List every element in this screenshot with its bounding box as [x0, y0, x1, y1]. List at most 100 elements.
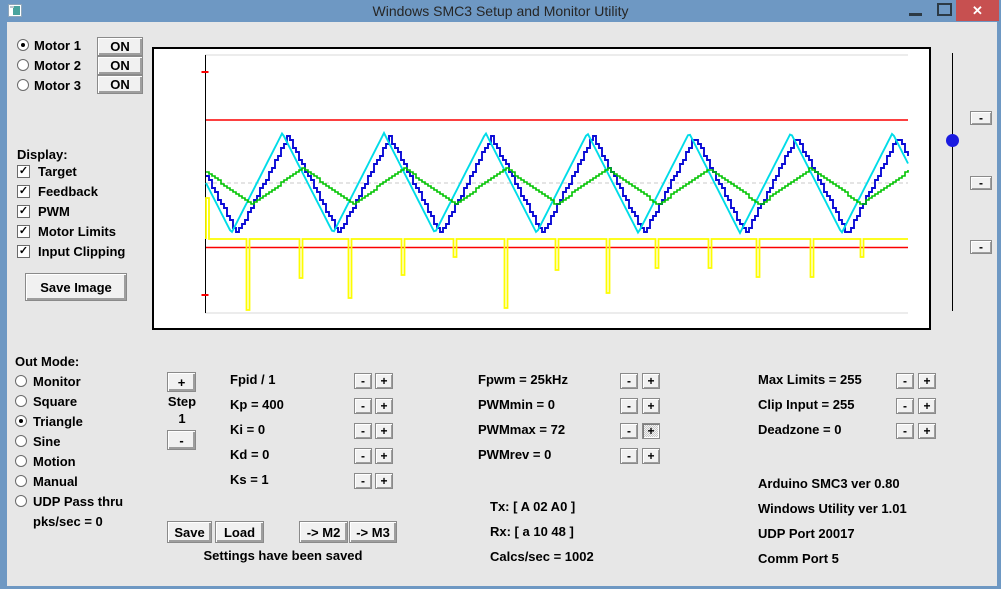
- deadzone-minus-button[interactable]: -: [896, 423, 914, 439]
- waveform-chart: [201, 54, 909, 314]
- calcs-per-sec-value: Calcs/sec = 1002: [490, 549, 594, 564]
- pwmrev-label: PWMrev = 0: [478, 447, 552, 462]
- kd-label: Kd = 0: [230, 447, 270, 462]
- radio-motor-1[interactable]: [17, 39, 29, 51]
- checkbox-target-label: Target: [38, 164, 77, 179]
- pwmmin-plus-button[interactable]: +: [642, 398, 660, 414]
- checkbox-feedback-label: Feedback: [38, 184, 98, 199]
- max-limits-label: Max Limits = 255: [758, 372, 862, 387]
- step-plus-button[interactable]: +: [167, 372, 196, 392]
- scale-minus-button-1[interactable]: -: [970, 111, 992, 125]
- pwmmin-label: PWMmin = 0: [478, 397, 555, 412]
- vertical-slider-track[interactable]: [952, 53, 953, 311]
- radio-triangle[interactable]: [15, 415, 27, 427]
- app-icon-bar: [10, 6, 14, 8]
- radio-monitor[interactable]: [15, 375, 27, 387]
- chart-frame: [152, 47, 931, 330]
- display-heading: Display:: [17, 147, 68, 162]
- ks-label: Ks = 1: [230, 472, 269, 487]
- radio-motion-label: Motion: [33, 454, 76, 469]
- step-value: 1: [178, 411, 186, 426]
- app-icon: [8, 4, 22, 17]
- deadzone-plus-button[interactable]: +: [918, 423, 936, 439]
- kd-minus-button[interactable]: -: [354, 448, 372, 464]
- ki-minus-button[interactable]: -: [354, 423, 372, 439]
- comm-port-text: Comm Port 5: [758, 551, 839, 566]
- radio-udp-pass-thru[interactable]: [15, 495, 27, 507]
- step-minus-button[interactable]: -: [167, 430, 196, 450]
- checkbox-motor-limits-label: Motor Limits: [38, 224, 116, 239]
- motor-1-on-button[interactable]: ON: [97, 37, 143, 56]
- kp-plus-button[interactable]: +: [375, 398, 393, 414]
- kp-label: Kp = 400: [230, 397, 284, 412]
- fpwm-minus-button[interactable]: -: [620, 373, 638, 389]
- ks-plus-button[interactable]: +: [375, 473, 393, 489]
- step-heading: Step: [167, 394, 197, 409]
- app-window: Windows SMC3 Setup and Monitor Utility ✕…: [0, 0, 1001, 589]
- radio-manual-label: Manual: [33, 474, 78, 489]
- fpid-plus-button[interactable]: +: [375, 373, 393, 389]
- radio-sine[interactable]: [15, 435, 27, 447]
- motor-2-label: Motor 2: [34, 58, 81, 73]
- settings-status-text: Settings have been saved: [203, 548, 363, 563]
- save-button[interactable]: Save: [167, 521, 212, 543]
- checkbox-target[interactable]: ✓: [17, 165, 30, 178]
- radio-motor-2[interactable]: [17, 59, 29, 71]
- pwmrev-plus-button[interactable]: +: [642, 448, 660, 464]
- checkbox-input-clipping-label: Input Clipping: [38, 244, 126, 259]
- motor-3-on-button[interactable]: ON: [97, 75, 143, 94]
- maximize-button[interactable]: [933, 0, 955, 21]
- pwmrev-minus-button[interactable]: -: [620, 448, 638, 464]
- ki-label: Ki = 0: [230, 422, 266, 437]
- checkbox-pwm-label: PWM: [38, 204, 70, 219]
- pwmmax-label: PWMmax = 72: [478, 422, 566, 437]
- rx-value: Rx: [ a 10 48 ]: [490, 524, 574, 539]
- radio-motion[interactable]: [15, 455, 27, 467]
- tx-value: Tx: [ A 02 A0 ]: [490, 499, 576, 514]
- close-icon: ✕: [972, 3, 983, 18]
- radio-square-label: Square: [33, 394, 78, 409]
- pwmmax-plus-button[interactable]: +: [642, 423, 660, 439]
- arduino-version-text: Arduino SMC3 ver 0.80: [758, 476, 900, 491]
- copy-to-m2-button[interactable]: -> M2: [299, 521, 348, 543]
- udp-port-text: UDP Port 20017: [758, 526, 855, 541]
- ki-plus-button[interactable]: +: [375, 423, 393, 439]
- minimize-button[interactable]: [903, 0, 929, 21]
- motor-2-on-button[interactable]: ON: [97, 56, 143, 75]
- out-mode-heading: Out Mode:: [15, 354, 80, 369]
- pks-per-sec-label: pks/sec = 0: [33, 514, 103, 529]
- vertical-slider-thumb[interactable]: [946, 134, 959, 147]
- max-limits-minus-button[interactable]: -: [896, 373, 914, 389]
- radio-udp-pass-thru-label: UDP Pass thru: [33, 494, 124, 509]
- minimize-icon: [909, 13, 922, 16]
- maximize-icon: [937, 3, 952, 16]
- checkbox-feedback[interactable]: ✓: [17, 185, 30, 198]
- scale-minus-button-3[interactable]: -: [970, 240, 992, 254]
- radio-square[interactable]: [15, 395, 27, 407]
- radio-sine-label: Sine: [33, 434, 61, 449]
- close-button[interactable]: ✕: [956, 0, 999, 21]
- pwmmax-minus-button[interactable]: -: [620, 423, 638, 439]
- load-button[interactable]: Load: [215, 521, 264, 543]
- max-limits-plus-button[interactable]: +: [918, 373, 936, 389]
- radio-monitor-label: Monitor: [33, 374, 81, 389]
- utility-version-text: Windows Utility ver 1.01: [758, 501, 907, 516]
- copy-to-m3-button[interactable]: -> M3: [349, 521, 397, 543]
- checkbox-pwm[interactable]: ✓: [17, 205, 30, 218]
- save-image-button[interactable]: Save Image: [25, 273, 127, 301]
- kp-minus-button[interactable]: -: [354, 398, 372, 414]
- fpid-minus-button[interactable]: -: [354, 373, 372, 389]
- checkbox-input-clipping[interactable]: ✓: [17, 245, 30, 258]
- scale-minus-button-2[interactable]: -: [970, 176, 992, 190]
- clip-input-minus-button[interactable]: -: [896, 398, 914, 414]
- clip-input-plus-button[interactable]: +: [918, 398, 936, 414]
- motor-1-label: Motor 1: [34, 38, 81, 53]
- checkbox-motor-limits[interactable]: ✓: [17, 225, 30, 238]
- ks-minus-button[interactable]: -: [354, 473, 372, 489]
- radio-motor-3[interactable]: [17, 79, 29, 91]
- fpwm-label: Fpwm = 25kHz: [478, 372, 568, 387]
- pwmmin-minus-button[interactable]: -: [620, 398, 638, 414]
- kd-plus-button[interactable]: +: [375, 448, 393, 464]
- radio-manual[interactable]: [15, 475, 27, 487]
- fpwm-plus-button[interactable]: +: [642, 373, 660, 389]
